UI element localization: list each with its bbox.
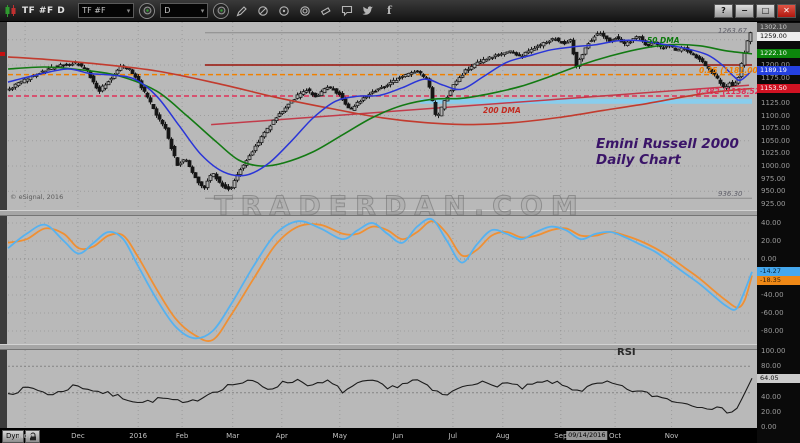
pencil-icon[interactable] [234,3,250,19]
osc-orange-value-box: -18.35 [757,276,800,285]
target-icon[interactable] [276,3,292,19]
fib-low-label: 936.30 [718,190,743,198]
toolbar: TF #F D TF #F▾ D▾ [0,0,800,22]
axis-tick-label: 100.00 [761,347,786,355]
rsi-value-box: 64.05 [757,374,800,383]
price-axis[interactable]: 1275.001200.001175.001125.001100.001075.… [757,22,800,443]
dma50-label: 50 DMA [647,36,680,45]
time-axis-label: Mar [226,432,239,440]
axis-tick-label: 950.00 [761,187,786,195]
axis-tick-label: 20.00 [761,408,781,416]
trendline [211,85,749,124]
axis-tick-label: 40.00 [761,219,781,227]
time-axis-label: Aug [496,432,510,440]
chart-title-line1: Emini Russell 2000 [596,136,739,152]
time-axis-label: Apr [276,432,288,440]
axis-tick-label: -80.00 [761,327,784,335]
axis-tick-label: -60.00 [761,309,784,317]
left-margin-strip [0,22,7,428]
axis-tick-label: 1050.00 [761,137,790,145]
time-axis[interactable]: Dyn NovDec2016FebMarAprMayJunJulAugSepOc… [0,428,757,443]
osc-blue-value-box: -14.27 [757,267,800,276]
bullseye-icon[interactable] [297,3,313,19]
chevron-down-icon[interactable]: ▾ [127,7,131,15]
symbol-input[interactable]: TF #F ▾ [78,3,134,18]
time-axis-label: Dec [71,432,85,440]
dma200-label: 200 DMA [483,106,521,115]
crosshair-date-box: 09/14/2016 [566,431,607,440]
time-axis-label: Nov [18,432,32,440]
minimize-button[interactable]: − [735,4,754,18]
time-axis-label: Feb [176,432,188,440]
app-logo-icon [4,4,17,18]
support-band [420,99,752,104]
time-axis-label: Jun [392,432,403,440]
time-axis-label: Jul [449,432,457,440]
interval-input[interactable]: D▾ [160,3,208,18]
ma20-value-box: 1189.19 [757,66,800,75]
osc-orange-line [8,221,752,341]
chart-title-line2: Daily Chart [596,152,739,168]
ma50-value-box: 1222.10 [757,49,800,58]
maximize-button[interactable]: □ [756,4,775,18]
help-button[interactable]: ? [714,4,733,18]
window-title: TF #F D [22,6,65,16]
chevron-down-icon[interactable]: ▾ [201,7,205,15]
axis-tick-label: 80.00 [761,362,781,370]
high-value-box: 1302.10 [757,23,800,32]
axis-tick-label: 0.00 [761,423,777,431]
chart-window: TF #F D TF #F▾ D▾ [0,0,800,443]
close-button[interactable]: ✕ [777,4,796,18]
symbol-apply-button[interactable] [139,3,155,19]
axis-tick-label: 925.00 [761,200,786,208]
watermark: TRADERDAN.COM [214,191,586,222]
axis-tick-label: 1125.00 [761,99,790,107]
facebook-icon[interactable]: f [381,3,397,19]
axis-tick-label: 0.00 [761,255,777,263]
last-price-box: 1259.00 [757,32,800,41]
fib-382-label: 0.382 (1138.52) [696,87,763,96]
time-axis-label: May [333,432,347,440]
eraser-icon[interactable] [318,3,334,19]
time-axis-label: Nov [665,432,679,440]
axis-tick-label: 1075.00 [761,124,790,132]
panel-divider[interactable] [0,344,757,350]
window-controls: ? − □ ✕ [714,4,796,18]
interval-value: D [164,6,170,15]
twitter-icon[interactable] [360,3,376,19]
axis-tick-label: 975.00 [761,175,786,183]
quote-icon[interactable] [255,3,271,19]
axis-tick-label: -40.00 [761,291,784,299]
osc-blue-line [8,219,752,338]
alert-marker [0,52,5,56]
rsi-panel-label: RSI [617,347,636,358]
rsi-line [8,378,752,413]
ma200-value-box: 1153.50 [757,84,800,93]
copyright-label: © eSignal, 2016 [10,193,63,201]
axis-tick-label: 1025.00 [761,149,790,157]
comment-icon[interactable] [339,3,355,19]
axis-tick-label: 1100.00 [761,112,790,120]
fib-high-label: 1263.67 [718,27,747,35]
time-axis-label: 2016 [129,432,147,440]
chart-title-annotation: Emini Russell 2000 Daily Chart [596,136,739,168]
symbol-value: TF #F [82,6,105,15]
time-axis-label: Oct [609,432,621,440]
axis-tick-label: 20.00 [761,237,781,245]
axis-tick-label: 40.00 [761,393,781,401]
axis-tick-label: 1000.00 [761,162,790,170]
fib-25-label: 0.25 (1181.00) [699,66,761,75]
interval-apply-button[interactable] [213,3,229,19]
